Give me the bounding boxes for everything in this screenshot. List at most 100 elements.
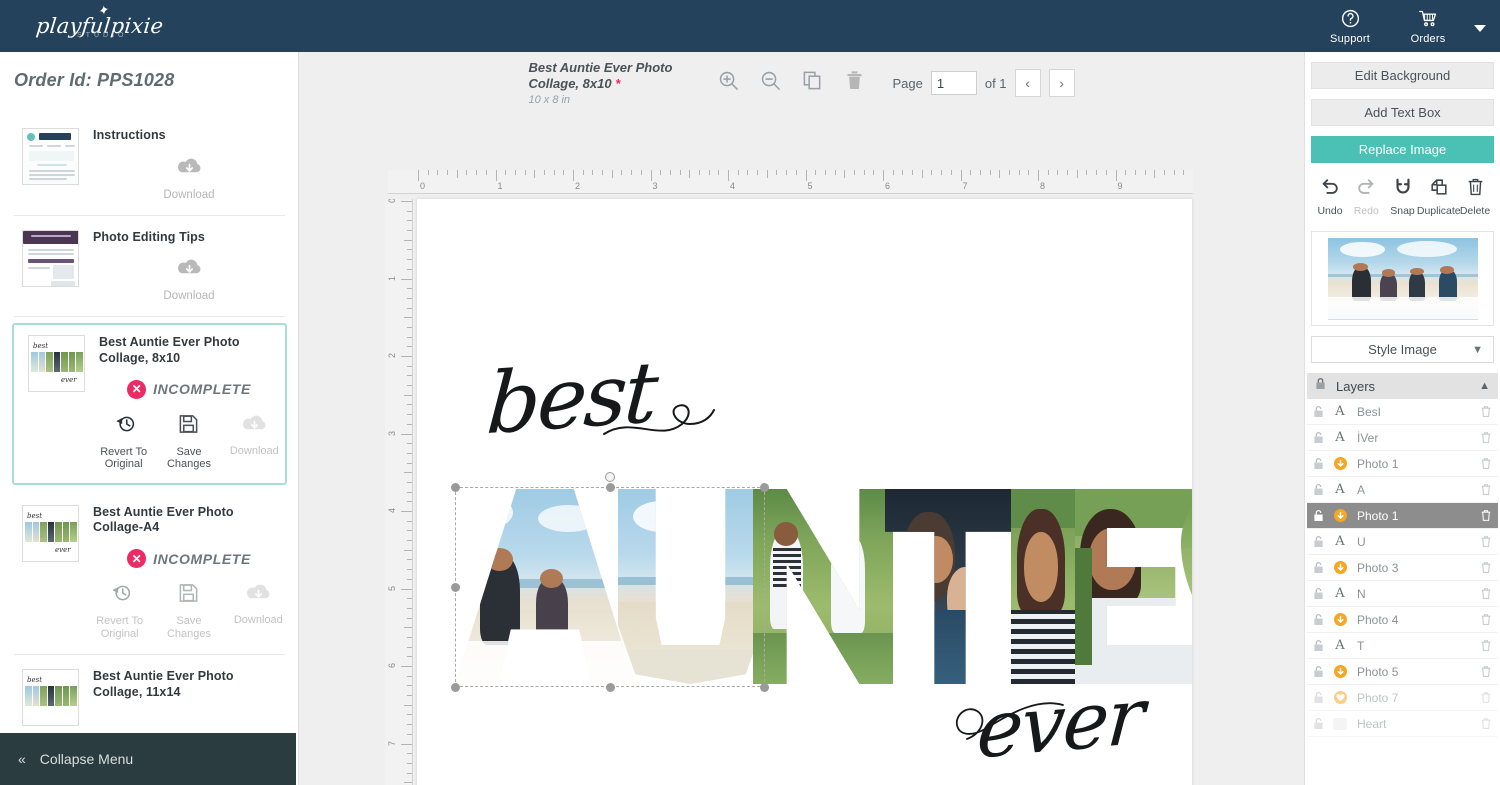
add-text-box-button[interactable]: Add Text Box xyxy=(1311,99,1494,126)
layer-lock-toggle[interactable] xyxy=(1307,457,1329,470)
layer-delete-button[interactable] xyxy=(1474,717,1498,730)
snap-button[interactable]: Snap xyxy=(1386,177,1420,217)
layer-lock-toggle[interactable] xyxy=(1307,405,1329,418)
brand-logo[interactable]: ✦ playfulpixie STUDIO xyxy=(0,0,300,52)
letter-a-photo[interactable] xyxy=(455,489,635,684)
layer-row[interactable]: Photo 3 xyxy=(1307,555,1498,581)
layer-lock-toggle[interactable] xyxy=(1307,639,1329,652)
layer-lock-toggle[interactable] xyxy=(1307,587,1329,600)
layer-delete-button[interactable] xyxy=(1474,561,1498,574)
layer-row[interactable]: AN xyxy=(1307,581,1498,607)
error-x-icon: ✕ xyxy=(127,549,147,569)
edit-background-button[interactable]: Edit Background xyxy=(1311,62,1494,89)
collapse-menu-button[interactable]: « Collapse Menu xyxy=(0,733,296,785)
delete-page-button[interactable] xyxy=(838,67,870,99)
save-changes-button[interactable]: Save Changes xyxy=(162,582,215,640)
list-item-collage-11x14[interactable]: best Best Auntie Ever Photo Collage, 11x… xyxy=(14,655,285,739)
style-image-dropdown[interactable]: Style Image ▼ xyxy=(1311,336,1494,363)
zoom-out-button[interactable] xyxy=(754,67,786,99)
layer-delete-button[interactable] xyxy=(1474,613,1498,626)
resize-handle-tr[interactable] xyxy=(760,483,769,492)
resize-handle-bl[interactable] xyxy=(451,683,460,692)
page-number-input[interactable] xyxy=(930,71,977,95)
layer-row[interactable]: AU xyxy=(1307,529,1498,555)
resize-handle-tm[interactable] xyxy=(606,483,615,492)
revert-to-original-button[interactable]: Revert To Original xyxy=(93,582,146,640)
layer-row[interactable]: Photo 7 xyxy=(1307,685,1498,711)
layer-row[interactable]: AT xyxy=(1307,633,1498,659)
layer-row[interactable]: Heart xyxy=(1307,711,1498,737)
duplicate-page-button[interactable] xyxy=(796,67,828,99)
canvas-tools xyxy=(712,67,870,99)
resize-handle-br[interactable] xyxy=(760,683,769,692)
layer-delete-button[interactable] xyxy=(1474,587,1498,600)
layer-delete-button[interactable] xyxy=(1474,535,1498,548)
layer-lock-toggle[interactable] xyxy=(1307,613,1329,626)
product-card-list[interactable]: Instructions Download Photo Editing Tips… xyxy=(0,114,299,739)
revert-to-original-button[interactable]: Revert To Original xyxy=(99,413,148,471)
zoom-in-button[interactable] xyxy=(712,67,744,99)
next-page-button[interactable]: › xyxy=(1048,69,1075,97)
list-item-collage-a4[interactable]: best ever Best Auntie Ever Photo Collage… xyxy=(14,491,285,656)
layer-row[interactable]: Photo 1 xyxy=(1307,503,1498,529)
layer-lock-toggle[interactable] xyxy=(1307,717,1329,730)
layer-delete-button[interactable] xyxy=(1474,405,1498,418)
duplicate-label: Duplicate xyxy=(1416,205,1461,217)
layer-delete-button[interactable] xyxy=(1474,457,1498,470)
download-button[interactable]: Download xyxy=(230,413,279,471)
layer-delete-button[interactable] xyxy=(1474,665,1498,678)
replace-image-button[interactable]: Replace Image xyxy=(1311,136,1494,163)
layer-delete-button[interactable] xyxy=(1474,483,1498,496)
layer-row[interactable]: A BesI xyxy=(1307,399,1498,425)
letter-t-photo[interactable] xyxy=(885,489,1015,684)
resize-handle-ml[interactable] xyxy=(451,583,460,592)
letter-n-photo[interactable] xyxy=(753,489,893,684)
letter-e-photo[interactable] xyxy=(1075,489,1192,684)
letter-i-photo[interactable] xyxy=(1011,489,1075,684)
undo-button[interactable]: Undo xyxy=(1313,177,1347,217)
text-layer-icon: A xyxy=(1335,638,1345,653)
layer-row[interactable]: Photo 5 xyxy=(1307,659,1498,685)
layers-title: Layers xyxy=(1336,378,1376,394)
design-canvas[interactable]: best ever xyxy=(417,199,1192,785)
download-action[interactable]: Download xyxy=(93,257,285,302)
layers-panel-header[interactable]: Layers ▲ xyxy=(1307,373,1498,399)
list-item-collage-8x10[interactable]: best ever Best Auntie Ever Photo Collage… xyxy=(12,323,287,485)
layer-lock-toggle[interactable] xyxy=(1307,691,1329,704)
resize-handle-bm[interactable] xyxy=(606,683,615,692)
layer-lock-toggle[interactable] xyxy=(1307,535,1329,548)
layer-row[interactable]: Photo 1 xyxy=(1307,451,1498,477)
layer-lock-toggle[interactable] xyxy=(1307,483,1329,496)
letter-u-photo[interactable] xyxy=(618,489,763,684)
previous-page-button[interactable]: ‹ xyxy=(1014,69,1041,97)
orders-button[interactable]: Orders xyxy=(1402,8,1454,45)
download-action[interactable]: Download xyxy=(93,156,285,201)
photo-4-image xyxy=(885,489,1015,684)
layer-delete-button[interactable] xyxy=(1474,639,1498,652)
list-item-instructions[interactable]: Instructions Download xyxy=(14,114,285,216)
rotate-handle[interactable] xyxy=(605,472,615,482)
account-chevron-down-icon[interactable] xyxy=(1474,24,1486,32)
delete-button[interactable]: Delete xyxy=(1458,177,1492,217)
layer-row[interactable]: AA xyxy=(1307,477,1498,503)
download-button[interactable]: Download xyxy=(232,582,285,640)
layer-lock-toggle[interactable] xyxy=(1307,561,1329,574)
list-item-photo-editing-tips[interactable]: Photo Editing Tips Download xyxy=(14,216,285,318)
save-changes-button[interactable]: Save Changes xyxy=(164,413,213,471)
layer-delete-button[interactable] xyxy=(1474,509,1498,522)
duplicate-button[interactable]: Duplicate xyxy=(1417,177,1461,217)
download-cloud-icon xyxy=(245,582,272,608)
layer-lock-toggle[interactable] xyxy=(1307,431,1329,444)
support-button[interactable]: Support xyxy=(1324,8,1376,45)
layer-lock-toggle[interactable] xyxy=(1307,665,1329,678)
layer-lock-toggle[interactable] xyxy=(1307,509,1329,522)
layer-delete-button[interactable] xyxy=(1474,431,1498,444)
redo-button[interactable]: Redo xyxy=(1349,177,1383,217)
layers-list[interactable]: A BesI A İVer Photo 1 A A Photo 1 A U Photo 3 A N Pho… xyxy=(1305,399,1500,737)
layer-row[interactable]: Photo 4 xyxy=(1307,607,1498,633)
resize-handle-tl[interactable] xyxy=(451,483,460,492)
selected-image-preview[interactable] xyxy=(1311,231,1494,326)
layer-delete-button[interactable] xyxy=(1474,691,1498,704)
layer-row[interactable]: A İVer xyxy=(1307,425,1498,451)
card-title: Best Auntie Ever Photo Collage, 11x14 xyxy=(93,669,234,699)
